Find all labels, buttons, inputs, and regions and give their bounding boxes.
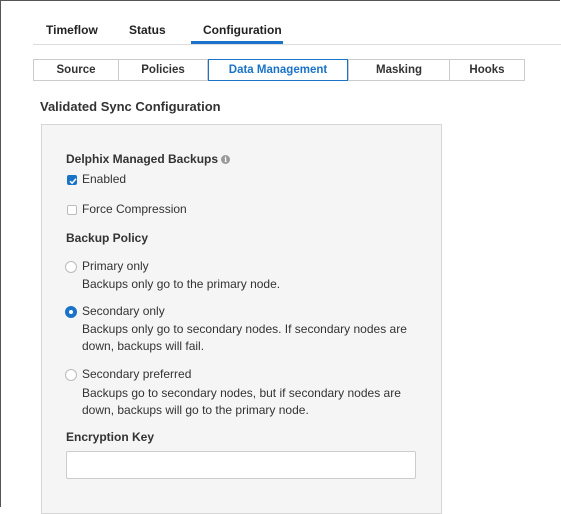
encryption-key-label: Encryption Key (66, 430, 155, 444)
secondary-only-description-line2: down, backups will fail. (82, 339, 205, 353)
subtab-data-management[interactable]: Data Management (208, 59, 348, 81)
backup-policy-heading: Backup Policy (66, 231, 149, 245)
checkmark-icon (69, 178, 77, 185)
managed-backups-heading: Delphix Managed Backups i (66, 152, 231, 166)
enabled-checkbox[interactable] (67, 175, 77, 185)
subtab-source[interactable]: Source (33, 59, 119, 81)
secondary-preferred-description-line2: down, backups will go to the primary nod… (82, 403, 309, 417)
subtab-hooks[interactable]: Hooks (449, 59, 525, 81)
secondary-only-label[interactable]: Secondary only (82, 304, 165, 318)
active-tab-indicator (191, 41, 283, 44)
subtab-policies[interactable]: Policies (118, 59, 208, 81)
tab-bar-divider (33, 44, 561, 45)
section-title: Validated Sync Configuration (40, 99, 221, 114)
top-tab-bar: Timeflow Status Configuration (0, 0, 561, 45)
managed-backups-label: Delphix Managed Backups (66, 152, 219, 166)
force-compression-checkbox[interactable] (67, 205, 77, 215)
tab-configuration[interactable]: Configuration (203, 23, 282, 37)
primary-only-radio[interactable] (65, 261, 77, 273)
tab-timeflow[interactable]: Timeflow (46, 23, 98, 37)
secondary-only-radio[interactable] (65, 306, 77, 318)
info-icon[interactable]: i (221, 155, 231, 164)
secondary-preferred-label[interactable]: Secondary preferred (82, 367, 191, 381)
force-compression-label[interactable]: Force Compression (82, 202, 187, 216)
primary-only-description: Backups only go to the primary node. (82, 277, 281, 291)
secondary-preferred-description-line1: Backups go to secondary nodes, but if se… (82, 386, 401, 400)
subtab-masking[interactable]: Masking (348, 59, 450, 81)
secondary-only-description-line1: Backups only go to secondary nodes. If s… (82, 322, 407, 336)
encryption-key-input[interactable] (66, 451, 416, 479)
tab-status[interactable]: Status (129, 23, 166, 37)
secondary-preferred-radio[interactable] (65, 369, 77, 381)
primary-only-label[interactable]: Primary only (82, 259, 149, 273)
enabled-label[interactable]: Enabled (82, 172, 126, 186)
